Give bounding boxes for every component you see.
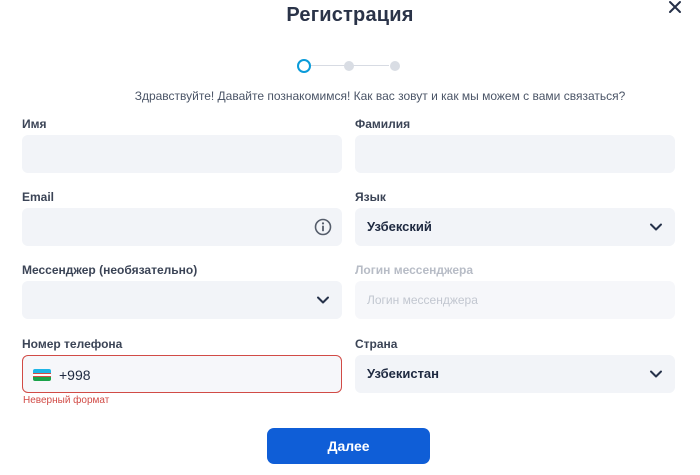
phone-error-message: Неверный формат — [23, 395, 110, 406]
first-name-field[interactable] — [22, 135, 342, 173]
step-1-indicator — [297, 59, 311, 73]
chevron-down-icon — [649, 367, 663, 381]
email-label: Email — [22, 190, 55, 204]
step-3-indicator — [390, 61, 400, 71]
progress-stepper — [295, 58, 405, 74]
messenger-select[interactable] — [22, 281, 342, 319]
last-name-field[interactable] — [355, 135, 675, 173]
step-2-indicator — [344, 61, 354, 71]
last-name-label: Фамилия — [355, 117, 411, 131]
uzbekistan-flag-icon[interactable] — [33, 369, 51, 381]
language-label: Язык — [355, 190, 386, 204]
next-button[interactable]: Далее — [267, 428, 430, 464]
phone-label: Номер телефона — [22, 337, 123, 351]
phone-field[interactable]: +998 — [22, 355, 342, 393]
info-icon[interactable] — [314, 218, 332, 236]
messenger-login-label: Логин мессенджера — [355, 263, 474, 277]
messenger-login-field[interactable]: Логин мессенджера — [355, 281, 675, 319]
country-label: Страна — [355, 337, 398, 351]
chevron-down-icon — [649, 220, 663, 234]
email-field[interactable] — [22, 208, 342, 246]
close-icon[interactable] — [668, 0, 686, 18]
country-select[interactable]: Узбекистан — [355, 355, 675, 393]
chevron-down-icon — [316, 293, 330, 307]
first-name-label: Имя — [22, 117, 47, 131]
intro-text: Здравствуйте! Давайте познакомимся! Как … — [134, 89, 626, 103]
language-select[interactable]: Узбекский — [355, 208, 675, 246]
dialog-title: Регистрация — [286, 4, 414, 26]
phone-code: +998 — [59, 367, 91, 383]
messenger-label: Мессенджер (необязательно) — [22, 263, 198, 277]
